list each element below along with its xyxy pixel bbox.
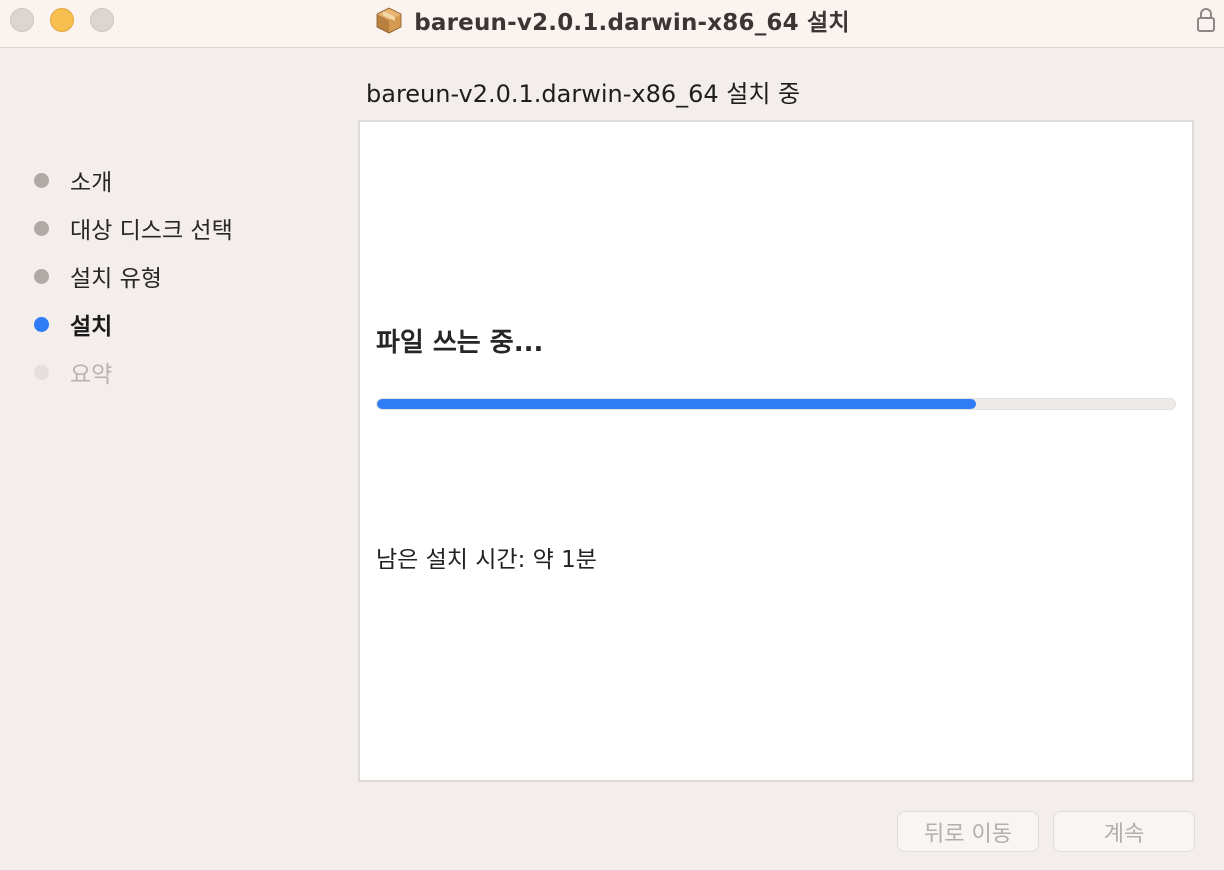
package-icon <box>376 7 402 34</box>
step-label: 설치 유형 <box>70 266 162 292</box>
step-status-dot <box>34 220 49 236</box>
step-summary: 요약 <box>34 357 113 388</box>
progress-bar <box>376 398 1176 410</box>
step-status-dot <box>34 172 49 188</box>
step-installation-type: 설치 유형 <box>34 261 162 292</box>
title-bar: bareun-v2.0.1.darwin-x86_64 설치 <box>0 0 1224 48</box>
page-title: bareun-v2.0.1.darwin-x86_64 설치 중 <box>366 80 801 108</box>
progress-bar-fill <box>377 399 976 409</box>
step-label: 요약 <box>70 362 113 388</box>
step-introduction: 소개 <box>34 165 113 196</box>
window-title-group: bareun-v2.0.1.darwin-x86_64 설치 <box>0 0 1224 40</box>
step-installation: 설치 <box>34 309 113 340</box>
step-label: 소개 <box>70 170 113 196</box>
install-status-text: 파일 쓰는 중... <box>376 328 544 358</box>
step-status-dot <box>34 364 49 380</box>
step-label: 대상 디스크 선택 <box>70 218 233 244</box>
step-destination-select: 대상 디스크 선택 <box>34 213 233 244</box>
continue-button[interactable]: 계속 <box>1053 811 1195 852</box>
window-title: bareun-v2.0.1.darwin-x86_64 설치 <box>414 10 850 36</box>
lock-icon <box>1197 8 1215 32</box>
content-panel: 파일 쓰는 중... 남은 설치 시간: 약 1분 <box>358 120 1194 782</box>
step-status-dot <box>34 268 49 284</box>
time-remaining-text: 남은 설치 시간: 약 1분 <box>376 547 597 573</box>
installer-window: bareun-v2.0.1.darwin-x86_64 설치 bareun-v2… <box>0 0 1224 870</box>
go-back-button[interactable]: 뒤로 이동 <box>897 811 1039 852</box>
step-status-dot <box>34 316 49 332</box>
step-label: 설치 <box>70 314 113 340</box>
